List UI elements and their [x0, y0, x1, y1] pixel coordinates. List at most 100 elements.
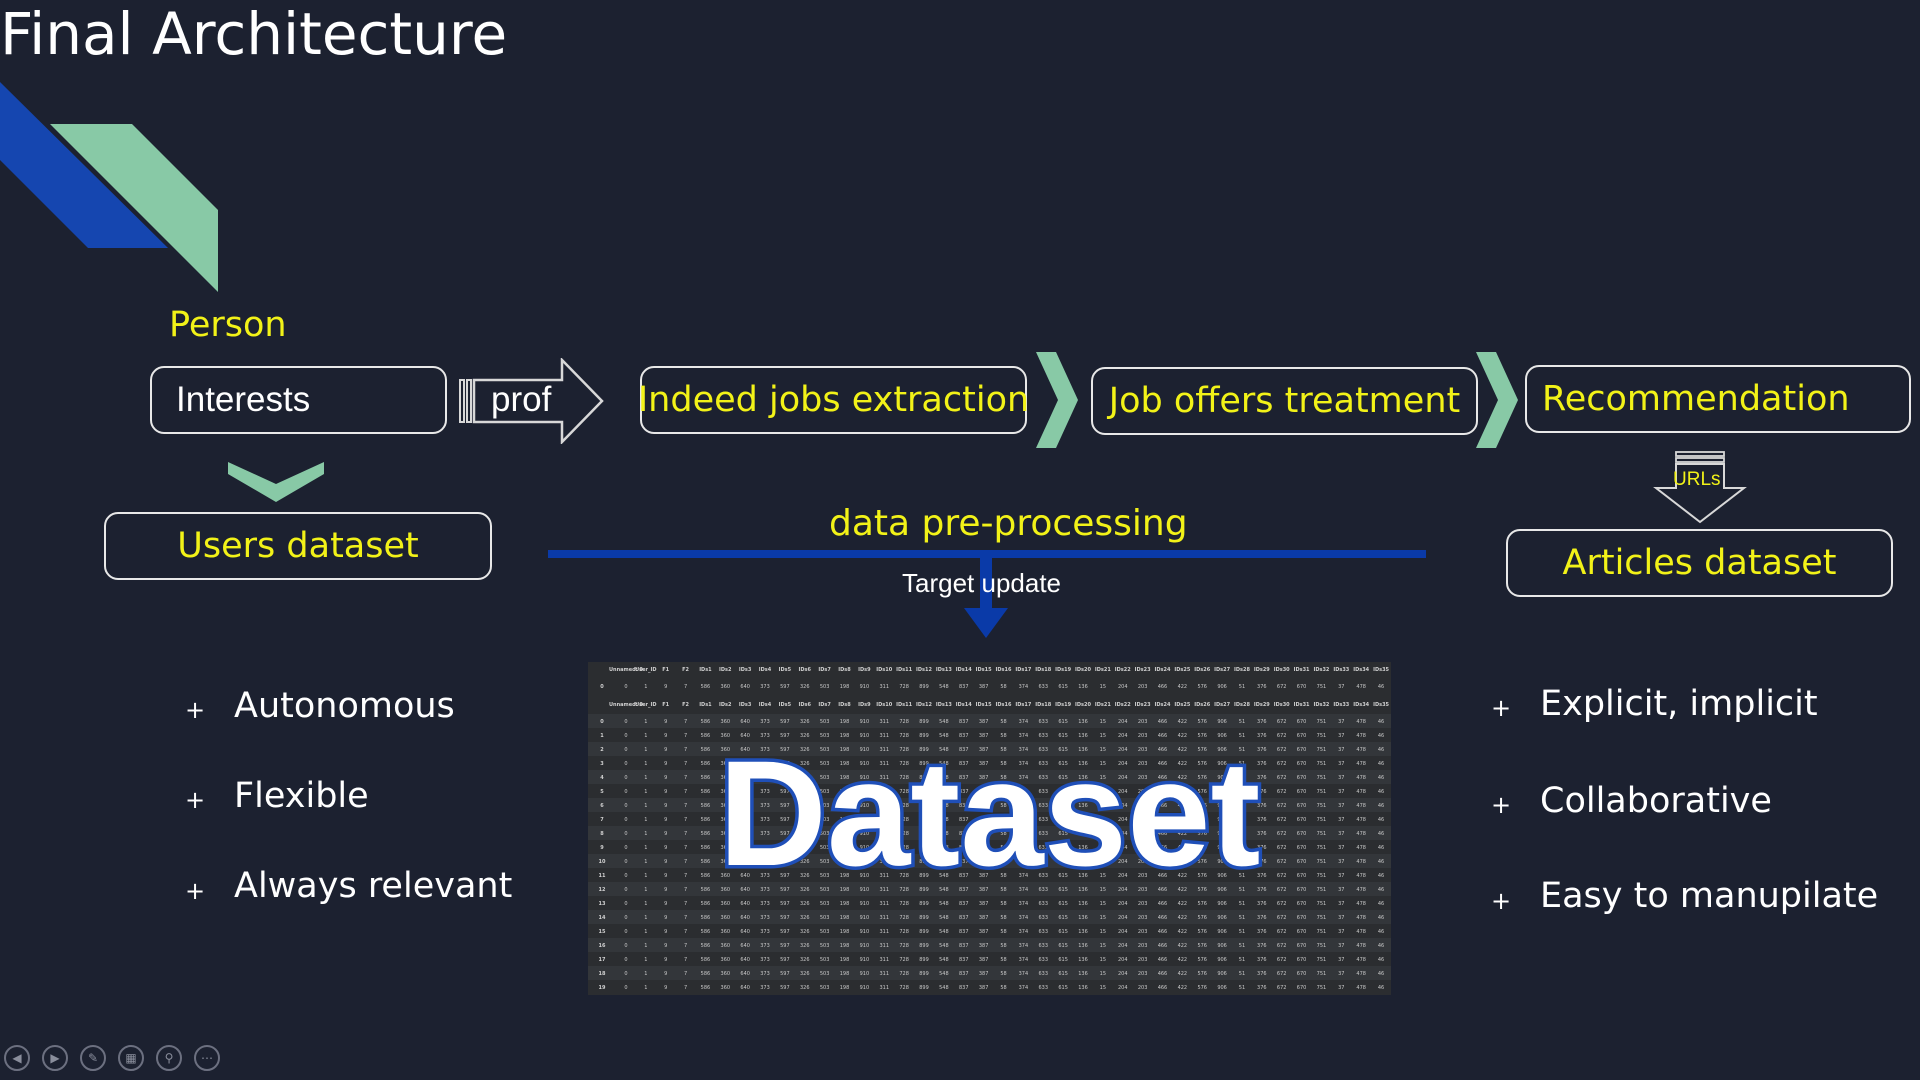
table-cell: 615	[1058, 929, 1068, 935]
bullet-marker: +	[185, 786, 206, 814]
table-cell: 7	[684, 943, 687, 949]
table-cell: 672	[1277, 901, 1287, 907]
table-cell: 837	[959, 901, 969, 907]
table-header-cell: IDs16	[996, 667, 1012, 673]
table-cell: 376	[1257, 684, 1267, 690]
pen-icon[interactable]: ✎	[80, 1045, 106, 1071]
table-cell: 326	[800, 943, 810, 949]
table-cell: 466	[1158, 719, 1168, 725]
table-header-cell: IDs25	[1174, 702, 1190, 708]
table-cell: 837	[959, 719, 969, 725]
table-header-cell: IDs31	[1294, 667, 1310, 673]
table-cell: 373	[760, 943, 770, 949]
table-cell: 586	[701, 915, 711, 921]
table-cell: 899	[919, 901, 929, 907]
table-cell: 46	[1378, 985, 1384, 991]
right-bullet-item: Collaborative	[1540, 781, 1772, 821]
table-cell: 373	[760, 971, 770, 977]
table-cell: 615	[1058, 957, 1068, 963]
prev-icon[interactable]: ◀	[4, 1045, 30, 1071]
table-header-cell: IDs3	[739, 702, 752, 708]
next-icon[interactable]: ▶	[42, 1045, 68, 1071]
table-cell: 136	[1078, 985, 1088, 991]
table-cell: 751	[1317, 684, 1327, 690]
table-cell: 586	[701, 971, 711, 977]
table-cell: 46	[1378, 943, 1384, 949]
table-cell: 478	[1356, 971, 1366, 977]
table-cell: 374	[1019, 684, 1029, 690]
more-icon[interactable]: ⋯	[194, 1045, 220, 1071]
table-cell: 586	[701, 719, 711, 725]
table-cell: 670	[1297, 684, 1307, 690]
table-cell: 503	[820, 929, 830, 935]
table-row-index: 16	[599, 943, 606, 949]
table-cell: 15	[1100, 915, 1106, 921]
table-cell: 1	[644, 985, 647, 991]
table-cell: 478	[1356, 684, 1366, 690]
table-cell: 387	[979, 929, 989, 935]
table-cell: 640	[740, 901, 750, 907]
table-cell: 198	[840, 971, 850, 977]
table-cell: 376	[1257, 901, 1267, 907]
corner-decoration	[0, 82, 218, 292]
table-cell: 576	[1197, 684, 1207, 690]
table-cell: 9	[664, 719, 667, 725]
table-cell: 548	[939, 719, 949, 725]
table-cell: 51	[1239, 901, 1245, 907]
table-header-cell: IDs1	[699, 702, 712, 708]
table-header-cell: IDs1	[699, 667, 712, 673]
table-cell: 203	[1138, 929, 1148, 935]
table-cell: 15	[1100, 901, 1106, 907]
table-cell: 728	[899, 943, 909, 949]
table-cell: 633	[1038, 971, 1048, 977]
table-row-index: 13	[599, 901, 606, 907]
table-cell: 58	[1000, 929, 1006, 935]
table-cell: 751	[1317, 929, 1327, 935]
table-cell: 37	[1338, 684, 1344, 690]
table-cell: 373	[760, 684, 770, 690]
table-cell: 51	[1239, 971, 1245, 977]
table-cell: 203	[1138, 719, 1148, 725]
table-cell: 615	[1058, 684, 1068, 690]
table-cell: 7	[684, 957, 687, 963]
table-cell: 466	[1158, 915, 1168, 921]
slides-icon[interactable]: ▦	[118, 1045, 144, 1071]
zoom-icon[interactable]: ⚲	[156, 1045, 182, 1071]
table-cell: 597	[780, 957, 790, 963]
table-header-cell: IDs33	[1333, 667, 1349, 673]
table-cell: 311	[879, 957, 889, 963]
table-cell: 633	[1038, 915, 1048, 921]
indeed-extraction-box: Indeed jobs extraction	[638, 366, 1029, 434]
table-cell: 728	[899, 985, 909, 991]
table-cell: 374	[1019, 915, 1029, 921]
table-cell: 899	[919, 929, 929, 935]
table-cell: 837	[959, 957, 969, 963]
table-cell: 9	[664, 901, 667, 907]
table-cell: 51	[1239, 957, 1245, 963]
table-cell: 640	[740, 719, 750, 725]
table-cell: 597	[780, 929, 790, 935]
table-header-cell: IDs23	[1135, 702, 1151, 708]
table-cell: 0	[624, 901, 627, 907]
table-header-cell: IDs33	[1333, 702, 1349, 708]
table-cell: 640	[740, 985, 750, 991]
table-cell: 576	[1197, 929, 1207, 935]
table-cell: 0	[624, 971, 627, 977]
table-cell: 503	[820, 957, 830, 963]
table-cell: 576	[1197, 971, 1207, 977]
table-cell: 640	[740, 943, 750, 949]
table-header-cell: IDs20	[1075, 702, 1091, 708]
table-cell: 7	[684, 901, 687, 907]
table-cell: 360	[721, 943, 731, 949]
articles-dataset-label: Articles dataset	[1562, 543, 1837, 583]
table-header-cell: F2	[682, 702, 689, 708]
recommendation-box: Recommendation	[1525, 365, 1911, 433]
table-cell: 576	[1197, 957, 1207, 963]
table-cell: 58	[1000, 684, 1006, 690]
table-cell: 586	[701, 901, 711, 907]
job-treatment-label: Job offers treatment	[1108, 381, 1461, 421]
table-cell: 586	[701, 929, 711, 935]
table-cell: 0	[624, 915, 627, 921]
table-cell: 422	[1178, 719, 1188, 725]
table-cell: 0	[624, 684, 627, 690]
